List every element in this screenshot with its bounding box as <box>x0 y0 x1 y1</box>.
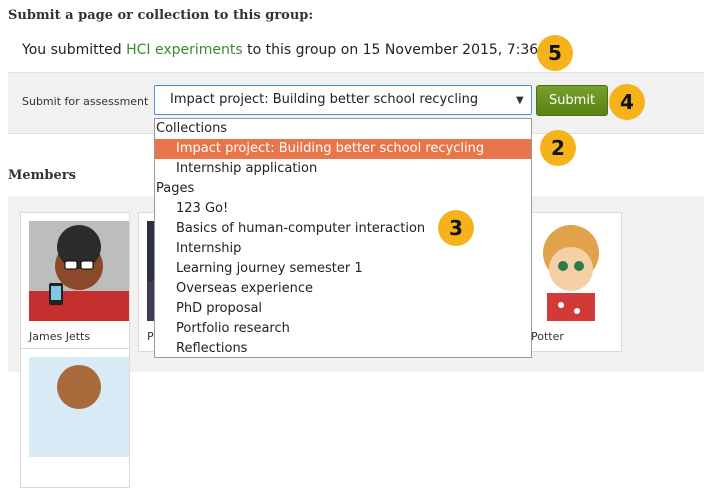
submitted-collection-link[interactable]: HCI experiments <box>126 42 243 58</box>
member-card[interactable] <box>20 348 130 488</box>
callout-badge-2: 2 <box>540 130 576 166</box>
dropdown-option[interactable]: Internship <box>176 241 241 256</box>
callout-badge-3: 3 <box>438 210 474 246</box>
dropdown-option[interactable]: Internship application <box>176 161 317 176</box>
callout-badge-5: 5 <box>537 35 573 71</box>
dropdown-option[interactable]: Basics of human-computer interaction <box>176 221 425 236</box>
selected-item-text[interactable]: Impact project: Building better school r… <box>170 92 478 107</box>
optgroup-collections: Collections <box>156 121 228 136</box>
submit-section-title: Submit a page or collection to this grou… <box>8 8 314 23</box>
submission-status: You submitted HCI experiments to this gr… <box>22 42 563 58</box>
submit-for-assessment-label: Submit for assessment <box>22 95 149 108</box>
dropdown-option[interactable]: Reflections <box>176 341 247 356</box>
dropdown-option[interactable]: Learning journey semester 1 <box>176 261 363 276</box>
members-title: Members <box>8 168 76 183</box>
callout-badge-4: 4 <box>609 84 645 120</box>
avatar <box>29 221 129 321</box>
dropdown-option[interactable]: Overseas experience <box>176 281 313 296</box>
avatar <box>521 221 621 321</box>
member-card[interactable]: James Jetts <box>20 212 130 352</box>
submission-prefix: You submitted <box>22 42 127 58</box>
dropdown-option[interactable]: Portfolio research <box>176 321 290 336</box>
member-name: P <box>147 330 154 343</box>
optgroup-pages: Pages <box>156 181 195 196</box>
member-name: James Jetts <box>29 330 91 343</box>
dropdown-option[interactable]: Impact project: Building better school r… <box>176 141 484 156</box>
dropdown-option[interactable]: PhD proposal <box>176 301 262 316</box>
submit-button[interactable]: Submit <box>536 85 608 116</box>
dropdown-option[interactable]: 123 Go! <box>176 201 228 216</box>
avatar <box>29 357 129 457</box>
submission-suffix: to this group on 15 November 2015, 7:36 … <box>242 42 564 58</box>
chevron-down-icon[interactable]: ▼ <box>516 95 524 106</box>
